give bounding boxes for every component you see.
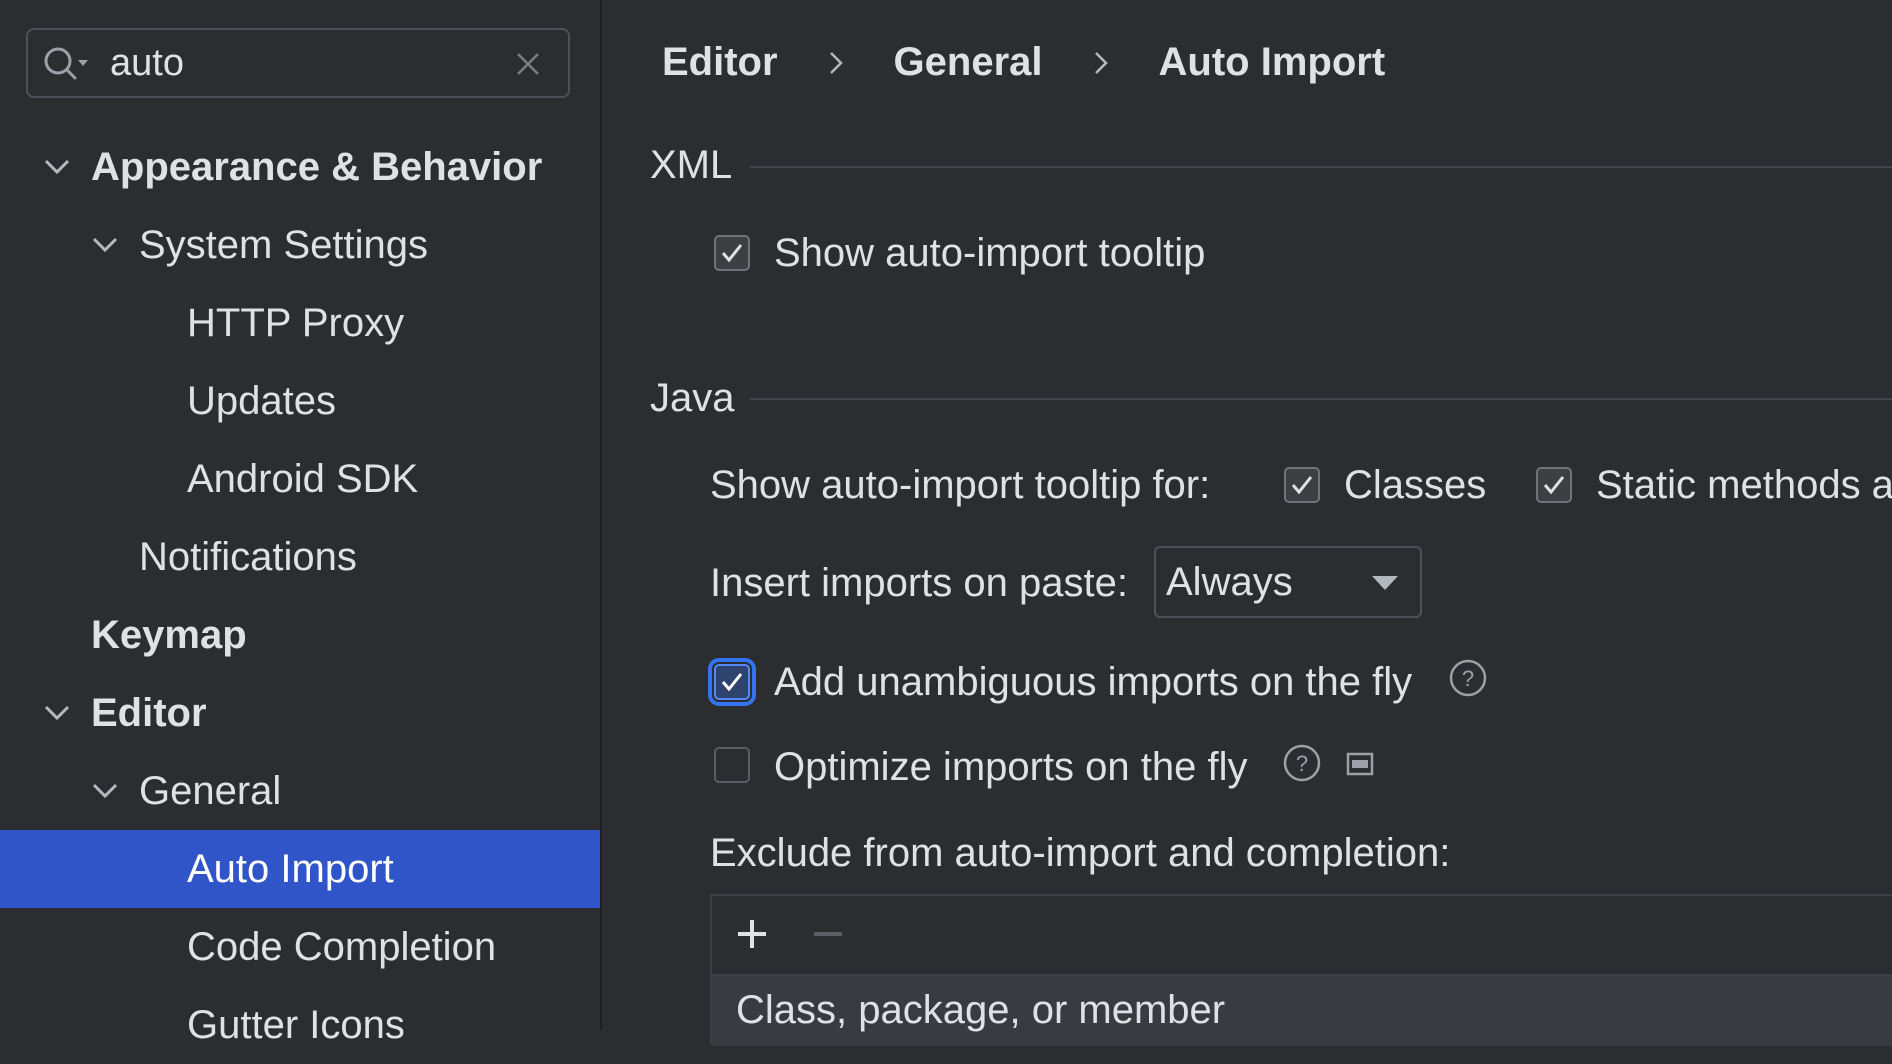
tree-item-code-completion[interactable]: Code Completion <box>0 908 600 986</box>
table-column-header[interactable]: Class, package, or member <box>736 988 1225 1033</box>
help-icon[interactable]: ? <box>1282 743 1322 783</box>
chevron-down-icon[interactable] <box>42 698 72 728</box>
tree-item-label: Keymap <box>91 613 247 657</box>
add-unambiguous-checkbox[interactable] <box>708 658 756 706</box>
tree-item-label: Updates <box>187 379 336 423</box>
chevron-right-icon <box>1094 51 1108 74</box>
section-divider <box>750 166 1892 168</box>
clear-search-icon[interactable] <box>514 50 542 78</box>
chevron-down-icon[interactable] <box>90 776 120 806</box>
checkmark-icon <box>721 673 743 692</box>
checkmark-icon <box>1291 476 1313 495</box>
tree-item-label: Android SDK <box>187 457 419 501</box>
tree-item-general[interactable]: General <box>0 752 600 830</box>
breadcrumb-general[interactable]: General <box>894 40 1043 85</box>
breadcrumb-editor[interactable]: Editor <box>662 40 778 85</box>
search-icon[interactable] <box>42 44 92 84</box>
checkmark-icon <box>721 244 743 263</box>
insert-on-paste-label: Insert imports on paste: <box>710 561 1128 605</box>
tree-item-label: Auto Import <box>187 847 394 891</box>
tree-item-system-settings[interactable]: System Settings <box>0 206 600 284</box>
tree-item-label: Notifications <box>139 535 357 579</box>
tree-item-updates[interactable]: Updates <box>0 362 600 440</box>
tree-item-label: Code Completion <box>187 925 497 969</box>
tree-item-keymap[interactable]: Keymap <box>0 596 600 674</box>
search-input[interactable]: auto <box>110 42 184 85</box>
exclude-label: Exclude from auto-import and completion: <box>710 831 1451 875</box>
chevron-down-icon[interactable] <box>90 230 120 260</box>
svg-text:?: ? <box>1462 666 1474 691</box>
tree-item-android-sdk[interactable]: Android SDK <box>0 440 600 518</box>
tree-item-appearance-behavior[interactable]: Appearance & Behavior <box>0 128 600 206</box>
xml-show-tooltip-checkbox[interactable] <box>714 235 750 271</box>
checkmark-icon <box>1543 476 1565 495</box>
remove-icon[interactable] <box>806 912 850 956</box>
add-icon[interactable] <box>730 912 774 956</box>
tree-item-label: HTTP Proxy <box>187 301 405 345</box>
tree-item-gutter-icons[interactable]: Gutter Icons <box>0 986 600 1064</box>
tree-item-label: Appearance & Behavior <box>91 145 543 189</box>
tree-item-label: System Settings <box>139 223 429 267</box>
optimize-imports-checkbox[interactable] <box>714 747 750 783</box>
chevron-right-icon <box>829 51 843 74</box>
tree-item-editor[interactable]: Editor <box>0 674 600 752</box>
dropdown-arrow-icon <box>1372 576 1398 590</box>
tree-item-label: Gutter Icons <box>187 1003 405 1047</box>
table-header: Class, package, or member <box>712 976 1892 1046</box>
static-methods-label: Static methods a <box>1596 463 1892 507</box>
section-title-java: Java <box>650 376 735 420</box>
svg-text:?: ? <box>1296 751 1308 776</box>
xml-show-tooltip-label: Show auto-import tooltip <box>774 231 1206 275</box>
help-icon[interactable]: ? <box>1448 658 1488 698</box>
dropdown-value: Always <box>1166 560 1293 604</box>
optimize-imports-label: Optimize imports on the fly <box>774 745 1248 789</box>
tooltip-for-label: Show auto-import tooltip for: <box>710 463 1211 507</box>
search-field[interactable]: auto <box>26 28 570 98</box>
window-icon[interactable] <box>1346 752 1374 776</box>
tree-item-auto-import[interactable]: Auto Import <box>0 830 600 908</box>
add-unambiguous-label: Add unambiguous imports on the fly <box>774 660 1413 704</box>
section-title-xml: XML <box>650 143 733 187</box>
classes-label: Classes <box>1344 463 1487 507</box>
chevron-down-icon[interactable] <box>42 152 72 182</box>
tree-item-label: Editor <box>91 691 207 735</box>
breadcrumb: Editor General Auto Import <box>662 40 1385 85</box>
classes-checkbox[interactable] <box>1284 467 1320 503</box>
insert-on-paste-dropdown[interactable]: Always <box>1154 546 1422 618</box>
static-methods-checkbox[interactable] <box>1536 467 1572 503</box>
tree-item-label: General <box>139 769 282 813</box>
settings-sidebar: auto Appearance & Behavior System Settin… <box>0 0 602 1047</box>
exclude-table: Class, package, or member <box>710 894 1892 1046</box>
section-divider <box>750 398 1892 400</box>
settings-content: Editor General Auto Import XML Show auto… <box>602 0 1892 1046</box>
tree-item-http-proxy[interactable]: HTTP Proxy <box>0 284 600 362</box>
breadcrumb-auto-import: Auto Import <box>1158 40 1386 84</box>
tree-item-notifications[interactable]: Notifications <box>0 518 600 596</box>
table-toolbar <box>712 896 1892 976</box>
